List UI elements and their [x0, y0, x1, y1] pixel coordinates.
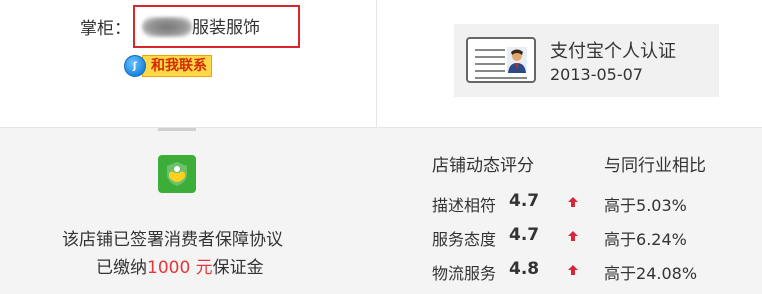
comparison-header: 与同行业相比 — [604, 156, 706, 176]
rating-label: 服务态度 — [432, 230, 497, 249]
id-photo-icon — [507, 47, 527, 73]
compare-prefix: 高于 — [604, 230, 637, 249]
contact-me-label: 和我联系 — [142, 55, 212, 77]
rating-score: 4.7 — [509, 191, 540, 211]
rating-comparison: 高于24.08% — [604, 260, 697, 284]
shop-guarantee-rating-section: 该店铺已签署消费者保障协议 已缴纳1000 元保证金 店铺动态评分 与同行业相比… — [0, 127, 762, 294]
compare-percent: 5.03% — [636, 196, 687, 215]
rating-header: 店铺动态评分 — [432, 156, 534, 176]
owner-label: 掌柜： — [80, 19, 131, 39]
certification-date: 2013-05-07 — [550, 65, 643, 84]
rating-comparison: 高于5.03% — [604, 192, 687, 216]
contact-me-button[interactable]: ʃ 和我联系 — [124, 55, 212, 77]
alipay-certification-card[interactable]: 支付宝个人认证 2013-05-07 — [454, 24, 719, 97]
rating-label: 物流服务 — [432, 264, 497, 283]
rating-row: 物流服务 4.8 高于24.08% — [0, 259, 762, 284]
rating-comparison: 高于6.24% — [604, 226, 687, 250]
rating-score: 4.8 — [509, 259, 540, 279]
wangwang-chat-icon: ʃ — [124, 55, 146, 77]
compare-percent: 6.24% — [636, 230, 687, 249]
compare-prefix: 高于 — [604, 264, 637, 283]
shop-name[interactable]: 服装服饰 — [192, 13, 260, 38]
rating-row: 描述相符 4.7 高于5.03% — [0, 191, 762, 216]
rating-label: 描述相符 — [432, 196, 497, 215]
certification-title: 支付宝个人认证 — [550, 41, 676, 62]
rating-score: 4.7 — [509, 225, 540, 245]
compare-prefix: 高于 — [604, 196, 637, 215]
vertical-divider — [376, 0, 377, 127]
up-arrow-icon — [568, 231, 578, 241]
shop-info-top-section: 掌柜： 服装服饰 ʃ 和我联系 支付宝个人认证 2013-05-07 — [0, 0, 762, 127]
up-arrow-icon — [568, 197, 578, 207]
shield-handshake-icon — [158, 155, 196, 193]
compare-percent: 24.08% — [636, 264, 698, 283]
redacted-text-blur — [142, 17, 192, 37]
rating-row: 服务态度 4.7 高于6.24% — [0, 225, 762, 250]
drag-handle — [158, 128, 196, 131]
id-card-icon — [466, 37, 536, 83]
up-arrow-icon — [568, 265, 578, 275]
